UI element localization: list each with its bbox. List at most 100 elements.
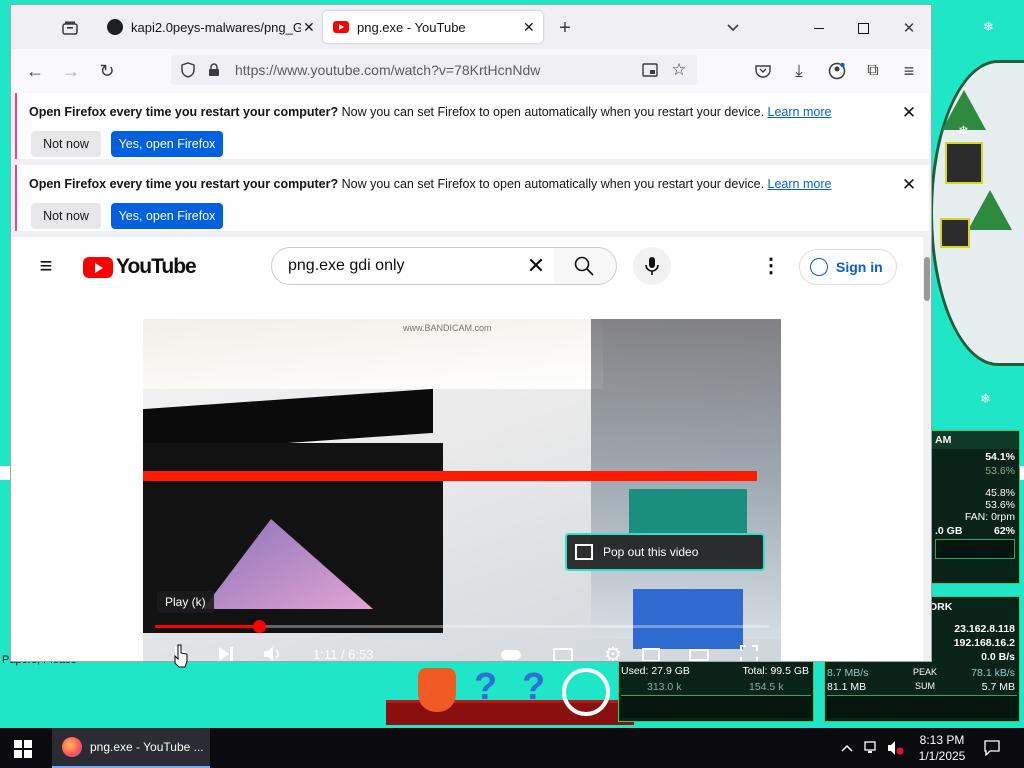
tab-youtube[interactable]: png.exe - YouTube ✕ — [323, 11, 543, 43]
reload-icon[interactable]: ↻ — [95, 59, 119, 83]
start-windows-icon[interactable] — [12, 738, 34, 760]
search-input[interactable]: png.exe gdi only ✕ — [271, 247, 555, 285]
lock-icon[interactable] — [205, 61, 223, 79]
net-rate-right: 78.1 kB/s — [971, 667, 1015, 679]
autoplay-toggle-icon[interactable] — [499, 645, 523, 661]
sign-in-label: Sign in — [836, 259, 883, 275]
menu-hamburger-icon[interactable]: ≡ — [897, 59, 921, 83]
downloads-icon[interactable]: ⤓ — [787, 59, 811, 83]
help-question-icon[interactable]: ? — [474, 666, 497, 709]
not-now-button[interactable]: Not now — [31, 131, 101, 157]
disk-monitor-panel: Used: 27.9 GB Total: 99.5 GB 313.0 k 154… — [618, 660, 814, 722]
refresh-cycle-icon[interactable] — [562, 668, 610, 716]
ram-pct-3: 45.8% — [985, 487, 1015, 499]
tray-overflow-chevron-icon[interactable] — [838, 738, 856, 758]
firefox-view-icon[interactable] — [59, 17, 81, 39]
list-all-tabs-chevron-icon[interactable] — [723, 17, 743, 39]
search-icon — [572, 254, 596, 278]
scrollbar-thumb[interactable] — [924, 257, 930, 301]
youtube-favicon-icon — [333, 21, 349, 33]
theater-mode-icon[interactable] — [687, 645, 711, 661]
notification-body: Now you can set Firefox to open automati… — [341, 105, 765, 119]
fullscreen-icon[interactable] — [737, 643, 761, 661]
notification-message: Open Firefox every time you restart your… — [29, 177, 831, 191]
network-tray-icon[interactable] — [862, 738, 882, 758]
disk-write: 154.5 k — [749, 681, 784, 693]
gb-pct: 62% — [993, 525, 1015, 537]
tab-bar: kapi2.0peys-malwares/png_GDI ✕ png.exe -… — [11, 5, 931, 49]
net-rate-left: 8.7 MB/s — [827, 667, 869, 679]
notification-bar: Open Firefox every time you restart your… — [15, 165, 929, 231]
not-now-button[interactable]: Not now — [31, 203, 101, 229]
tab-label: png.exe - YouTube — [357, 19, 466, 35]
close-tab-icon[interactable]: ✕ — [303, 19, 315, 36]
back-arrow-icon[interactable]: ← — [23, 59, 47, 83]
ip-address-2: 192.168.16.2 — [953, 637, 1015, 649]
nav-toolbar: ← → ↻ https://www.youtube.com/watch?v=78… — [11, 49, 931, 93]
tab-github[interactable]: kapi2.0peys-malwares/png_GDI ✕ — [97, 11, 319, 43]
video-player[interactable]: www.BANDICAM.com Pop out this video Play… — [143, 319, 781, 662]
sum-label: SUM — [915, 681, 935, 691]
progress-bar[interactable] — [155, 620, 769, 633]
mouse-cursor-icon — [174, 644, 188, 668]
yes-open-firefox-button[interactable]: Yes, open Firefox — [111, 131, 223, 157]
clock[interactable]: 8:13 PM 1/1/2025 — [912, 732, 972, 764]
shield-icon[interactable] — [179, 61, 197, 79]
captions-icon[interactable] — [551, 645, 575, 661]
forward-arrow-icon[interactable]: → — [59, 59, 83, 83]
pop-out-video-button[interactable]: Pop out this video — [565, 533, 765, 571]
learn-more-link[interactable]: Learn more — [768, 105, 832, 119]
page-scrollbar[interactable] — [923, 237, 931, 661]
disk-graph — [621, 695, 811, 718]
picture-in-picture-icon[interactable] — [641, 61, 659, 79]
yes-open-firefox-button[interactable]: Yes, open Firefox — [111, 203, 223, 229]
next-video-icon[interactable] — [215, 643, 237, 661]
pocket-icon[interactable] — [751, 59, 775, 83]
tab-label: kapi2.0peys-malwares/png_GDI — [131, 19, 301, 35]
voice-search-mic-icon[interactable] — [633, 247, 671, 285]
bookmark-star-icon[interactable]: ☆ — [669, 60, 689, 80]
play-tooltip: Play (k) — [157, 591, 214, 613]
notifications-icon[interactable] — [982, 738, 1002, 758]
new-tab-plus-icon[interactable]: + — [553, 17, 577, 39]
url-text[interactable]: https://www.youtube.com/watch?v=78KrtHcn… — [235, 62, 540, 78]
disk-total: Total: 99.5 GB — [742, 665, 809, 677]
net-rate: 0.0 B/s — [981, 651, 1015, 663]
disk-used: Used: 27.9 GB — [621, 665, 690, 677]
clock-date: 1/1/2025 — [918, 749, 966, 763]
extensions-puzzle-icon[interactable]: ⧉ — [861, 59, 885, 83]
close-tab-icon[interactable]: ✕ — [523, 19, 535, 36]
popout-icon — [575, 544, 593, 560]
ram-pct-1: 54.1% — [985, 451, 1015, 463]
learn-more-link[interactable]: Learn more — [768, 177, 832, 191]
close-window-icon[interactable]: ✕ — [897, 17, 921, 39]
guide-menu-icon[interactable]: ≡ — [33, 253, 59, 278]
taskbar-app-firefox[interactable]: png.exe - YouTube ... — [52, 728, 210, 768]
taskbar: png.exe - YouTube ... 8:13 PM 1/1/2025 — [0, 728, 1024, 768]
miniplayer-icon[interactable] — [639, 645, 663, 661]
maximize-icon[interactable] — [851, 17, 875, 39]
volume-muted-tray-icon[interactable] — [886, 738, 906, 758]
settings-gear-icon[interactable]: ⚙ — [601, 643, 625, 662]
clear-search-icon[interactable]: ✕ — [524, 253, 548, 278]
close-notification-icon[interactable]: ✕ — [899, 175, 919, 195]
ram-monitor-panel: AM 54.1% 53.6% 45.8% 53.6% FAN: 0rpm .0 … — [930, 430, 1020, 584]
account-icon[interactable] — [825, 59, 849, 83]
user-avatar-icon — [810, 258, 828, 276]
close-notification-icon[interactable]: ✕ — [899, 103, 919, 123]
url-bar[interactable]: https://www.youtube.com/watch?v=78KrtHcn… — [171, 55, 697, 85]
sign-in-button[interactable]: Sign in — [799, 249, 897, 285]
brave-icon[interactable] — [418, 668, 456, 712]
minimize-icon[interactable] — [807, 17, 831, 39]
notification-title: Open Firefox every time you restart your… — [29, 105, 339, 119]
volume-icon[interactable] — [261, 643, 285, 661]
disk-read: 313.0 k — [647, 681, 682, 693]
firefox-window: kapi2.0peys-malwares/png_GDI ✕ png.exe -… — [10, 4, 932, 662]
search-query: png.exe gdi only — [288, 257, 405, 274]
ram-graph — [935, 539, 1015, 559]
help-question-icon[interactable]: ? — [522, 666, 545, 709]
search-button[interactable] — [554, 247, 617, 285]
youtube-logo[interactable]: YouTube — [83, 255, 197, 279]
more-options-icon[interactable]: ⋮ — [761, 253, 781, 277]
notification-title: Open Firefox every time you restart your… — [29, 177, 339, 191]
